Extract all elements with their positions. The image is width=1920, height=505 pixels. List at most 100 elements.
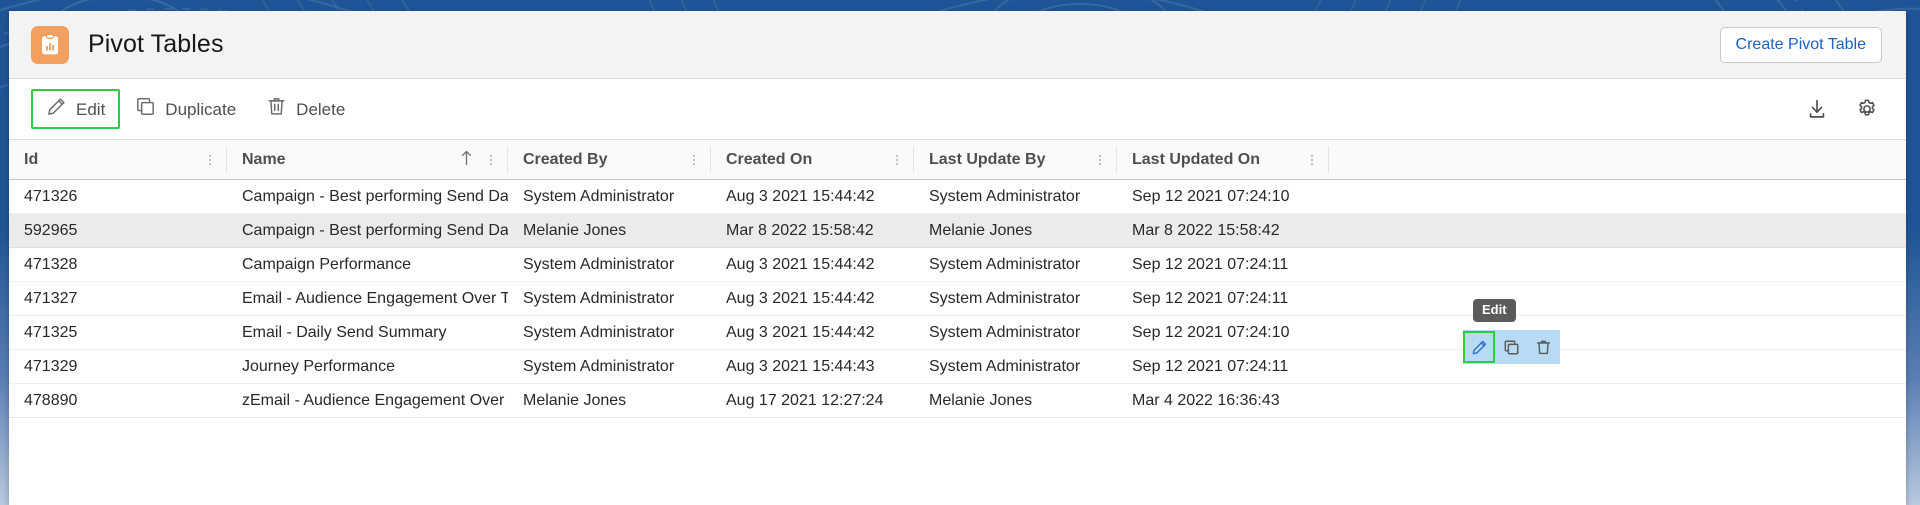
column-menu-icon[interactable] [686,154,702,165]
column-header-label: Last Updated On [1132,150,1261,168]
table-row[interactable]: 471327 Email - Audience Engagement Over T… [9,281,1906,316]
row-duplicate-icon[interactable] [1495,331,1527,363]
cell-created-by: System Administrator [508,349,711,384]
table-body: 471326 Campaign - Best performing Send Da… [9,179,1906,418]
pivot-tables-table: Id Name Created By Created On Last Update By… [9,139,1906,418]
cell-name: Campaign Performance [227,247,508,282]
column-header-name[interactable]: Name [227,139,508,180]
cell-last-updated-on: Sep 12 2021 07:24:11 [1117,247,1329,282]
cell-created-by: System Administrator [508,281,711,316]
column-header-actions [1329,139,1906,180]
edit-button-label: Edit [76,99,106,119]
cell-last-updated-on: Sep 12 2021 07:24:11 [1117,281,1329,316]
cell-row-actions [1329,179,1906,214]
cell-last-update-by: System Administrator [914,315,1117,350]
cell-last-update-by: Melanie Jones [914,213,1117,248]
column-menu-icon[interactable] [889,154,905,165]
cell-row-actions [1329,349,1906,384]
pencil-icon [46,96,67,122]
cell-last-update-by: System Administrator [914,247,1117,282]
edit-tooltip: Edit [1473,299,1516,323]
cell-created-by: System Administrator [508,179,711,214]
cell-name: Journey Performance [227,349,508,384]
cell-row-actions [1329,315,1906,350]
cell-id: 471327 [9,281,227,316]
column-menu-icon[interactable] [202,154,218,165]
cell-last-updated-on: Sep 12 2021 07:24:11 [1117,349,1329,384]
cell-last-update-by: Melanie Jones [914,383,1117,418]
cell-row-actions [1329,281,1906,316]
column-header-label: Name [242,150,286,168]
cell-created-by: System Administrator [508,315,711,350]
column-header-created-on[interactable]: Created On [711,139,914,180]
column-header-label: Created By [523,150,608,168]
cell-name: Campaign - Best performing Send Day (1) [227,213,508,248]
cell-row-actions [1329,213,1906,248]
cell-name: Email - Audience Engagement Over Time [227,281,508,316]
duplicate-button-label: Duplicate [165,99,237,119]
cell-id: 471328 [9,247,227,282]
cell-created-on: Aug 3 2021 15:44:42 [711,281,914,316]
cell-last-updated-on: Mar 4 2022 16:36:43 [1117,383,1329,418]
table-row[interactable]: 471325 Email - Daily Send Summary System A… [9,315,1906,350]
column-header-last-update-by[interactable]: Last Update By [914,139,1117,180]
page-header: Pivot Tables Create Pivot Table [9,11,1906,79]
column-menu-icon[interactable] [1304,154,1320,165]
table-row[interactable]: 471326 Campaign - Best performing Send Da… [9,179,1906,214]
trash-icon [266,96,287,122]
column-header-id[interactable]: Id [9,139,227,180]
create-pivot-table-button[interactable]: Create Pivot Table [1719,26,1882,63]
table-row[interactable]: 471329 Journey Performance System Administ… [9,349,1906,384]
column-header-label: Id [24,150,39,168]
row-action-buttons [1463,330,1560,364]
row-delete-icon[interactable] [1527,331,1559,363]
cell-id: 471329 [9,349,227,384]
pivot-tables-panel: Pivot Tables Create Pivot Table Edit Dup… [9,11,1906,505]
cell-last-updated-on: Sep 12 2021 07:24:10 [1117,179,1329,214]
cell-created-on: Aug 3 2021 15:44:42 [711,247,914,282]
cell-created-by: System Administrator [508,247,711,282]
cell-name: zEmail - Audience Engagement Over Time [227,383,508,418]
column-header-last-updated-on[interactable]: Last Updated On [1117,139,1329,180]
column-header-label: Last Update By [929,150,1046,168]
copy-icon [135,96,156,122]
cell-id: 471326 [9,179,227,214]
cell-created-by: Melanie Jones [508,383,711,418]
column-menu-icon[interactable] [1092,154,1108,165]
cell-last-update-by: System Administrator [914,349,1117,384]
pivot-tables-table-wrapper: Id Name Created By Created On Last Update By… [9,139,1906,418]
row-edit-icon[interactable] [1463,331,1495,363]
table-row[interactable]: 478890 zEmail - Audience Engagement Over … [9,383,1906,418]
cell-last-update-by: System Administrator [914,179,1117,214]
table-row[interactable]: 471328 Campaign Performance System Adminis… [9,247,1906,282]
cell-name: Email - Daily Send Summary [227,315,508,350]
cell-row-actions [1329,247,1906,282]
delete-button-label: Delete [296,99,346,119]
gear-icon[interactable] [1850,92,1884,126]
column-header-label: Created On [726,150,813,168]
cell-created-on: Aug 17 2021 12:27:24 [711,383,914,418]
table-row[interactable]: 592965 Campaign - Best performing Send Da… [9,213,1906,248]
sort-ascending-icon[interactable] [460,150,473,170]
delete-button[interactable]: Delete [251,89,360,129]
page-title: Pivot Tables [88,30,224,58]
cell-created-on: Mar 8 2022 15:58:42 [711,213,914,248]
cell-name: Campaign - Best performing Send Day [227,179,508,214]
cell-created-on: Aug 3 2021 15:44:42 [711,179,914,214]
cell-created-by: Melanie Jones [508,213,711,248]
cell-id: 478890 [9,383,227,418]
cell-id: 471325 [9,315,227,350]
cell-created-on: Aug 3 2021 15:44:43 [711,349,914,384]
cell-last-updated-on: Sep 12 2021 07:24:10 [1117,315,1329,350]
cell-last-updated-on: Mar 8 2022 15:58:42 [1117,213,1329,248]
edit-button[interactable]: Edit [31,89,121,129]
duplicate-button[interactable]: Duplicate [120,89,251,129]
cell-created-on: Aug 3 2021 15:44:42 [711,315,914,350]
table-header-row: Id Name Created By Created On Last Update By… [9,139,1906,180]
action-toolbar: Edit Duplicate Delete [9,79,1906,139]
clipboard-chart-icon [31,25,69,64]
column-menu-icon[interactable] [483,154,499,165]
download-icon[interactable] [1800,92,1834,126]
cell-last-update-by: System Administrator [914,281,1117,316]
column-header-created-by[interactable]: Created By [508,139,711,180]
